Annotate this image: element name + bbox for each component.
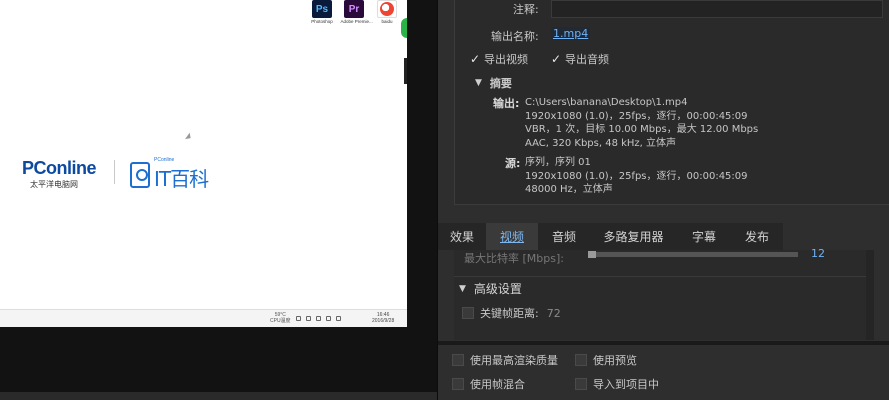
output-name-link[interactable]: 1.mp4	[551, 27, 591, 40]
mouse-cursor-icon	[185, 132, 193, 142]
max-bitrate-label: 最大比特率 [Mbps]:	[464, 252, 564, 265]
tab-audio[interactable]: 音频	[538, 223, 590, 250]
source-summary: 序列，序列 01 1920x1080 (1.0)，25fps，逐行，00:00:…	[525, 156, 748, 197]
clock-date: 2016/9/28	[372, 318, 395, 324]
max-render-quality-checkbox[interactable]: 使用最高渲染质量	[452, 352, 558, 368]
advanced-settings-section: ▼ 高级设置 关键帧距离: 72	[454, 276, 866, 340]
output-line: AAC, 320 Kbps, 48 kHz, 立体声	[525, 137, 677, 149]
expand-triangle-icon: ▼	[459, 283, 466, 294]
settings-scrollbar[interactable]	[866, 250, 874, 340]
system-tray: 59°C CPU温度	[270, 312, 341, 324]
photoshop-desktop-icon: Ps Photoshop	[307, 0, 337, 25]
baidu-caption: baidu	[381, 19, 393, 25]
it-baike-title: IT百科	[154, 167, 209, 191]
it-baike-mark-icon	[130, 161, 150, 188]
premiere-icon: Pr	[344, 0, 364, 18]
photoshop-caption: Photoshop	[311, 19, 333, 25]
taskbar: 59°C CPU温度 16:46 2016/9/28	[0, 309, 407, 327]
tab-effects[interactable]: 效果	[438, 223, 486, 250]
tray-network-icon[interactable]	[305, 315, 311, 321]
expand-triangle-icon: ▼	[475, 78, 482, 88]
baidu-icon	[377, 0, 397, 18]
export-video-label: 导出视频	[484, 53, 528, 66]
checkmark-icon: ✓	[550, 52, 562, 66]
max-render-quality-label: 使用最高渲染质量	[470, 354, 558, 367]
checkbox-box	[452, 354, 464, 366]
checkbox-box	[575, 354, 587, 366]
max-bitrate-value[interactable]: 12	[811, 247, 825, 260]
import-into-project-checkbox[interactable]: 导入到项目中	[575, 376, 659, 392]
export-audio-label: 导出音频	[565, 53, 609, 66]
source-line: 1920x1080 (1.0)，25fps，逐行，00:00:45:09	[525, 170, 748, 182]
it-baike-logo: PConline IT百科	[130, 157, 209, 192]
note-input[interactable]	[551, 0, 883, 18]
output-key: 输出:	[493, 97, 520, 110]
keyframe-distance-value[interactable]: 72	[547, 307, 561, 320]
pconline-subtitle: 太平洋电脑网	[30, 180, 78, 189]
checkbox-box	[575, 378, 587, 390]
pconline-brand: PConline	[22, 158, 97, 178]
summary-label: 摘要	[489, 77, 512, 90]
max-bitrate-slider[interactable]	[588, 251, 798, 258]
tray-volume-icon[interactable]	[315, 315, 321, 321]
use-preview-checkbox[interactable]: 使用预览	[575, 352, 637, 368]
slider-knob[interactable]	[588, 251, 596, 258]
premiere-desktop-icon: Pr Adobe Premie...	[339, 0, 373, 25]
keyframe-distance-label: 关键帧距离:	[480, 307, 539, 320]
advanced-settings-toggle[interactable]: ▼ 高级设置	[459, 280, 522, 297]
preview-monitor: Ps Photoshop Pr Adobe Premie... baidu PC…	[0, 0, 437, 400]
settings-tabs: 效果 视频 音频 多路复用器 字幕 发布	[438, 223, 783, 250]
keyframe-distance-checkbox[interactable]: 关键帧距离: 72	[462, 305, 561, 321]
import-into-project-label: 导入到项目中	[593, 378, 659, 391]
tab-video[interactable]: 视频	[486, 223, 538, 250]
export-summary-box: 注释: 输出名称: 1.mp4 ✓ 导出视频 ✓ 导出音频 ▼ 摘要 输出: C…	[454, 0, 889, 205]
output-summary: C:\Users\banana\Desktop\1.mp4 1920x1080 …	[525, 96, 758, 150]
tab-multiplexer[interactable]: 多路复用器	[590, 223, 677, 250]
output-line: 1920x1080 (1.0)，25fps，逐行，00:00:45:09	[525, 110, 748, 122]
checkbox-box	[452, 378, 464, 390]
source-line: 48000 Hz，立体声	[525, 184, 613, 195]
green-side-tab-icon	[401, 18, 407, 38]
render-options: 使用最高渲染质量 使用预览 使用帧混合 导入到项目中	[438, 345, 889, 400]
advanced-settings-label: 高级设置	[473, 282, 522, 296]
taskbar-clock[interactable]: 16:46 2016/9/28	[372, 312, 394, 324]
summary-toggle[interactable]: ▼ 摘要	[475, 75, 512, 91]
tray-ime-icon[interactable]	[325, 315, 331, 321]
use-preview-label: 使用预览	[593, 354, 637, 367]
preview-bottom-bar	[0, 392, 437, 400]
source-key: 源:	[505, 157, 521, 170]
output-line: C:\Users\banana\Desktop\1.mp4	[525, 97, 688, 108]
logo-divider	[114, 160, 115, 184]
source-line: 序列，序列 01	[525, 157, 591, 168]
frame-blending-checkbox[interactable]: 使用帧混合	[452, 376, 525, 392]
export-settings-panel: 注释: 输出名称: 1.mp4 ✓ 导出视频 ✓ 导出音频 ▼ 摘要 输出: C…	[437, 0, 889, 400]
photoshop-icon: Ps	[312, 0, 332, 18]
checkmark-icon: ✓	[469, 52, 481, 66]
tray-arrow-icon[interactable]	[295, 315, 301, 321]
cpu-temp: 59°C CPU温度	[270, 312, 291, 324]
cpu-temp-label: CPU温度	[270, 318, 291, 324]
export-audio-checkbox[interactable]: ✓ 导出音频	[550, 51, 609, 67]
it-baike-small: PConline	[154, 157, 175, 163]
tray-notify-icon[interactable]	[335, 315, 341, 321]
baidu-desktop-icon: baidu	[372, 0, 402, 25]
note-label: 注释:	[513, 3, 539, 16]
pconline-logo: PConline 太平洋电脑网	[22, 158, 97, 190]
output-name-label: 输出名称:	[491, 30, 539, 43]
tab-captions[interactable]: 字幕	[677, 223, 731, 250]
preview-edge-bar	[404, 58, 407, 84]
export-video-checkbox[interactable]: ✓ 导出视频	[469, 51, 528, 67]
checkbox-box	[462, 307, 474, 319]
tab-publish[interactable]: 发布	[731, 223, 783, 250]
desktop-preview: Ps Photoshop Pr Adobe Premie... baidu PC…	[0, 0, 407, 327]
frame-blending-label: 使用帧混合	[470, 378, 525, 391]
output-line: VBR，1 次，目标 10.00 Mbps，最大 12.00 Mbps	[525, 124, 759, 135]
premiere-caption: Adobe Premie...	[340, 19, 373, 25]
